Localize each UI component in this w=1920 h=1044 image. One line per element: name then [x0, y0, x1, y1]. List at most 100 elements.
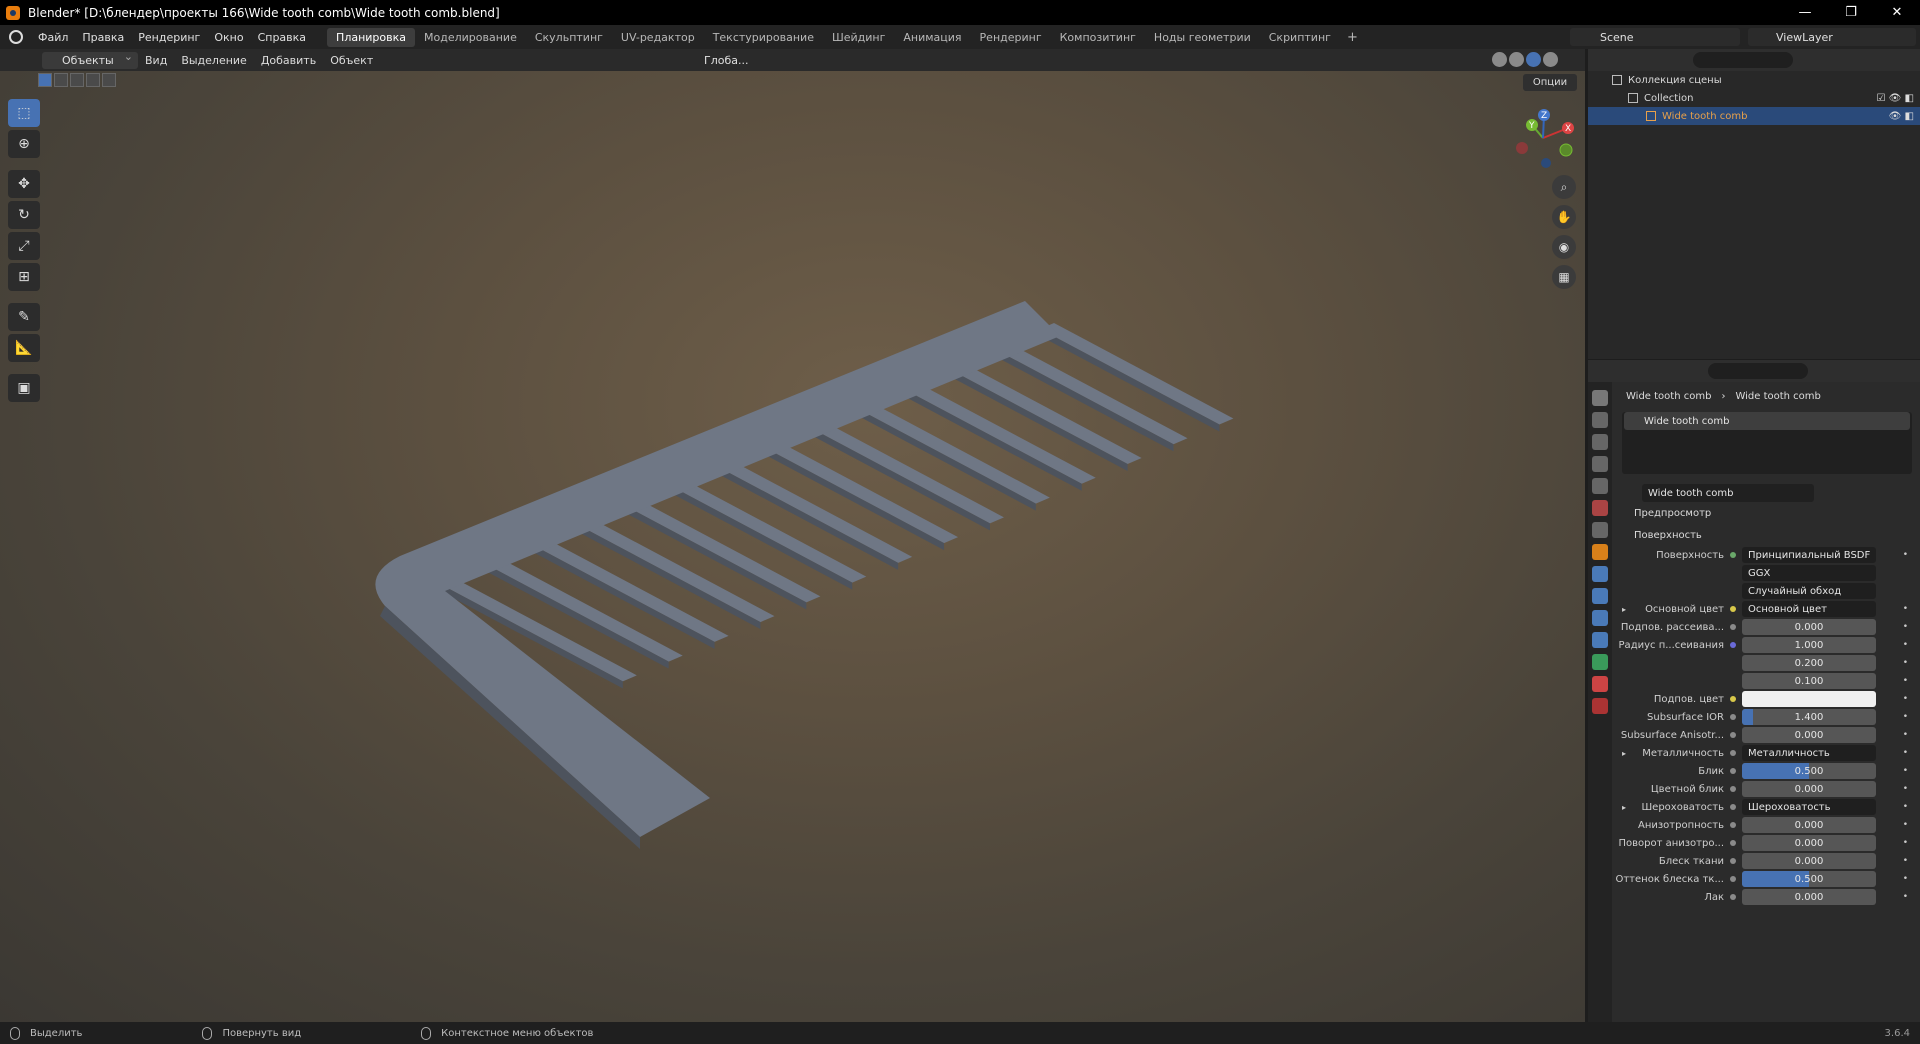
tab-sculpting[interactable]: Скульптинг	[526, 28, 612, 47]
socket-dot-icon[interactable]	[1730, 750, 1736, 756]
material-name-field[interactable]: Wide tooth comb	[1642, 484, 1814, 502]
tool-tab-icon[interactable]	[1592, 390, 1608, 406]
linked-input-field[interactable]: Шероховатость	[1742, 799, 1876, 815]
data-tab-icon[interactable]	[1592, 654, 1608, 670]
tab-uv-editing[interactable]: UV-редактор	[612, 28, 704, 47]
tab-modeling[interactable]: Моделирование	[415, 28, 526, 47]
minimize-button[interactable]: —	[1782, 0, 1828, 25]
rendered-shading-icon[interactable]	[1543, 52, 1558, 67]
socket-dot-icon[interactable]	[1730, 768, 1736, 774]
transform-orientation-select[interactable]: Глоба...	[684, 52, 754, 69]
number-field[interactable]: 0.000	[1742, 619, 1876, 635]
section-surface[interactable]: Поверхность	[1614, 524, 1920, 546]
render-tab-icon[interactable]	[1592, 412, 1608, 428]
material-preview-shading-icon[interactable]	[1526, 52, 1541, 67]
expand-arrow-icon[interactable]: ▸	[1622, 749, 1626, 758]
expand-arrow-icon[interactable]: ▸	[1622, 803, 1626, 812]
texture-tab-icon[interactable]	[1592, 698, 1608, 714]
particles-tab-icon[interactable]	[1592, 588, 1608, 604]
menu-file[interactable]: Файл	[31, 31, 75, 44]
number-field[interactable]: 0.000	[1742, 889, 1876, 905]
menu-window[interactable]: Окно	[207, 31, 250, 44]
tab-texture-paint[interactable]: Текстурирование	[704, 28, 823, 47]
number-field[interactable]: 0.000	[1742, 781, 1876, 797]
number-field[interactable]: 0.000	[1742, 817, 1876, 833]
socket-dot-icon[interactable]	[1730, 642, 1736, 648]
tab-shading[interactable]: Шейдинг	[823, 28, 894, 47]
socket-dot-icon[interactable]	[1730, 714, 1736, 720]
scene-tab-icon[interactable]	[1592, 478, 1608, 494]
socket-dot-icon[interactable]	[1730, 822, 1736, 828]
view-layer-selector[interactable]: ViewLayer	[1748, 28, 1916, 46]
keyframe-dot-icon[interactable]: •	[1903, 640, 1908, 650]
socket-dot-icon[interactable]	[1730, 804, 1736, 810]
outliner-search-input[interactable]	[1693, 52, 1793, 68]
number-field[interactable]: 1.400	[1742, 709, 1876, 725]
3d-viewport[interactable]: Опции ⬚ ⊕ ✥ ↻ ⤢ ⊞ ✎ 📐 ▣ X Y Z ⌕ ✋ ◉ ▦	[0, 71, 1585, 1022]
number-field[interactable]: 0.000	[1742, 835, 1876, 851]
collection-tab-icon[interactable]	[1592, 522, 1608, 538]
socket-dot-icon[interactable]	[1730, 840, 1736, 846]
visibility-eye-icon[interactable]: 👁 ◧	[1889, 111, 1914, 122]
socket-dot-icon[interactable]	[1730, 858, 1736, 864]
menu-help[interactable]: Справка	[251, 31, 313, 44]
material-slot-item[interactable]: Wide tooth comb	[1624, 412, 1910, 430]
material-tab-icon[interactable]	[1592, 676, 1608, 692]
modifier-tab-icon[interactable]	[1592, 566, 1608, 582]
keyframe-dot-icon[interactable]: •	[1903, 820, 1908, 830]
world-tab-icon[interactable]	[1592, 500, 1608, 516]
keyframe-dot-icon[interactable]: •	[1903, 604, 1908, 614]
tab-scripting[interactable]: Скриптинг	[1260, 28, 1340, 47]
object-tab-icon[interactable]	[1592, 544, 1608, 560]
restore-button[interactable]: ❐	[1828, 0, 1874, 25]
outliner-row-wide-tooth-comb[interactable]: Wide tooth comb 👁 ◧	[1588, 107, 1920, 125]
visibility-eye-icon[interactable]: ☑ 👁 ◧	[1877, 93, 1914, 104]
socket-dot-icon[interactable]	[1730, 786, 1736, 792]
linked-input-field[interactable]: Принципиальный BSDF	[1742, 547, 1876, 563]
tab-compositing[interactable]: Композитинг	[1051, 28, 1145, 47]
number-field[interactable]: 1.000	[1742, 637, 1876, 653]
mode-select[interactable]: Объекты	[42, 50, 138, 69]
blender-menu-icon[interactable]	[9, 30, 23, 44]
keyframe-dot-icon[interactable]: •	[1903, 730, 1908, 740]
socket-dot-icon[interactable]	[1730, 552, 1736, 558]
keyframe-dot-icon[interactable]: •	[1903, 892, 1908, 902]
view-layer-tab-icon[interactable]	[1592, 456, 1608, 472]
scene-selector[interactable]: Scene	[1570, 28, 1740, 46]
socket-dot-icon[interactable]	[1730, 606, 1736, 612]
outliner-row-scene-collection[interactable]: Коллекция сцены	[1588, 71, 1920, 89]
comb-model[interactable]	[0, 71, 1585, 1022]
keyframe-dot-icon[interactable]: •	[1903, 712, 1908, 722]
keyframe-dot-icon[interactable]: •	[1903, 766, 1908, 776]
linked-input-field[interactable]: Основной цвет	[1742, 601, 1876, 617]
properties-search-input[interactable]	[1708, 363, 1808, 379]
keyframe-dot-icon[interactable]: •	[1903, 856, 1908, 866]
keyframe-dot-icon[interactable]: •	[1903, 802, 1908, 812]
socket-dot-icon[interactable]	[1730, 894, 1736, 900]
number-field[interactable]: 0.100	[1742, 673, 1876, 689]
outliner-row-collection[interactable]: Collection ☑ 👁 ◧	[1588, 89, 1920, 107]
socket-dot-icon[interactable]	[1730, 876, 1736, 882]
keyframe-dot-icon[interactable]: •	[1903, 676, 1908, 686]
tab-animation[interactable]: Анимация	[894, 28, 970, 47]
menu-view[interactable]: Вид	[138, 54, 174, 67]
keyframe-dot-icon[interactable]: •	[1903, 748, 1908, 758]
menu-select[interactable]: Выделение	[174, 54, 254, 67]
keyframe-dot-icon[interactable]: •	[1903, 658, 1908, 668]
keyframe-dot-icon[interactable]: •	[1903, 784, 1908, 794]
number-field[interactable]: 0.000	[1742, 727, 1876, 743]
menu-object[interactable]: Объект	[323, 54, 380, 67]
keyframe-dot-icon[interactable]: •	[1903, 874, 1908, 884]
tab-rendering[interactable]: Рендеринг	[971, 28, 1051, 47]
keyframe-dot-icon[interactable]: •	[1903, 622, 1908, 632]
menu-add[interactable]: Добавить	[254, 54, 323, 67]
number-field[interactable]: 0.500	[1742, 763, 1876, 779]
color-swatch[interactable]	[1742, 691, 1876, 707]
property-dropdown[interactable]: GGX	[1742, 565, 1876, 581]
number-field[interactable]: 0.200	[1742, 655, 1876, 671]
menu-edit[interactable]: Правка	[75, 31, 131, 44]
output-tab-icon[interactable]	[1592, 434, 1608, 450]
physics-tab-icon[interactable]	[1592, 610, 1608, 626]
expand-arrow-icon[interactable]: ▸	[1622, 605, 1626, 614]
property-dropdown[interactable]: Случайный обход	[1742, 583, 1876, 599]
